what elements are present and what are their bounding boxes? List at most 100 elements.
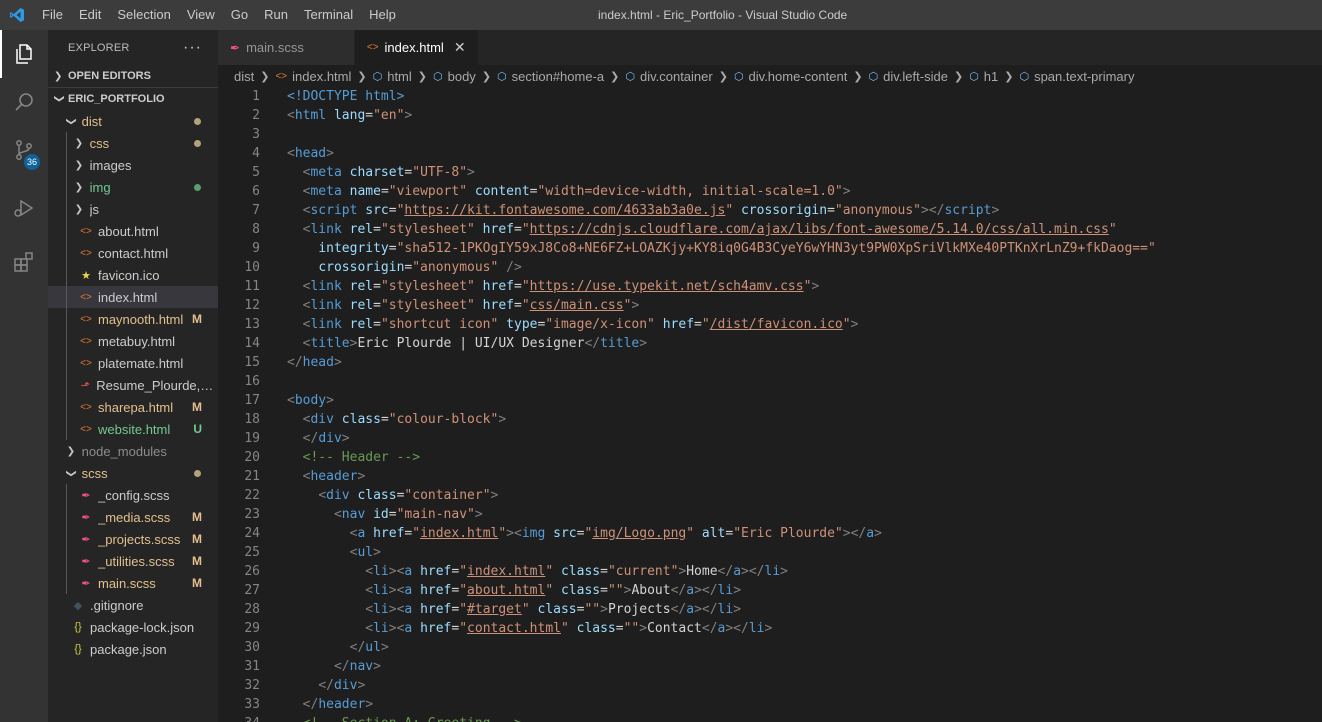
code-token: > bbox=[490, 488, 499, 503]
tree-file[interactable]: <> website.html U bbox=[48, 418, 218, 440]
breadcrumb-item[interactable]: ⬡ body ❯ bbox=[433, 69, 497, 84]
breadcrumb-item[interactable]: <> index.html ❯ bbox=[275, 69, 372, 84]
source-control-activity-icon[interactable]: 36 bbox=[0, 126, 48, 174]
code-token: href bbox=[654, 317, 695, 332]
json-file-icon: {} bbox=[74, 643, 82, 655]
code-line: 17 <body> bbox=[218, 391, 1322, 410]
pdf-file-icon: ⬏ bbox=[80, 379, 90, 392]
tree-file[interactable]: <> about.html bbox=[48, 220, 218, 242]
scss-file-icon: ✒ bbox=[81, 555, 91, 568]
element-icon: ⬡ bbox=[433, 70, 443, 83]
code-token: = bbox=[373, 279, 381, 294]
tree-file[interactable]: <> platemate.html bbox=[48, 352, 218, 374]
tree-folder[interactable]: ❯ img bbox=[48, 176, 218, 198]
code-token: link bbox=[310, 279, 342, 294]
menu-file[interactable]: File bbox=[34, 0, 71, 30]
tree-file[interactable]: ◆ .gitignore bbox=[48, 594, 218, 616]
line-number: 9 bbox=[252, 241, 260, 256]
tree-file[interactable]: {} package.json bbox=[48, 638, 218, 660]
tree-file[interactable]: ✒ _utilities.scss M bbox=[48, 550, 218, 572]
code-token: > bbox=[474, 507, 483, 522]
tree-file[interactable]: ✒ main.scss M bbox=[48, 572, 218, 594]
tree-folder[interactable]: ❯ node_modules bbox=[48, 440, 218, 462]
code-line: 5 <meta charset="UTF-8"> bbox=[218, 163, 1322, 182]
breadcrumb-item[interactable]: dist ❯ bbox=[234, 69, 275, 84]
tree-file[interactable]: ✒ _media.scss M bbox=[48, 506, 218, 528]
line-number: 17 bbox=[244, 393, 260, 408]
tree-item-label: contact.html bbox=[98, 245, 169, 261]
menu-edit[interactable]: Edit bbox=[71, 0, 109, 30]
code-line: 30 </ul> bbox=[218, 638, 1322, 657]
line-number: 28 bbox=[244, 602, 260, 617]
breadcrumb-item[interactable]: ⬡ div.home-content ❯ bbox=[734, 69, 869, 84]
tree-file[interactable]: {} package-lock.json bbox=[48, 616, 218, 638]
code-line: 13 <link rel="shortcut icon" type="image… bbox=[218, 315, 1322, 334]
explorer-activity-icon[interactable] bbox=[0, 30, 48, 78]
tree-folder[interactable]: ❯ css bbox=[48, 132, 218, 154]
code-token: > bbox=[326, 146, 334, 161]
code-token: = bbox=[514, 298, 522, 313]
line-content: </head> bbox=[287, 353, 342, 372]
code-token: = bbox=[373, 298, 381, 313]
close-icon[interactable]: ✕ bbox=[452, 39, 468, 56]
tree-folder[interactable]: ❯ js bbox=[48, 198, 218, 220]
tree-file[interactable]: <> maynooth.html M bbox=[48, 308, 218, 330]
code-token: "en" bbox=[373, 108, 405, 123]
code-token: "anonymous" bbox=[834, 203, 921, 218]
code-token: > bbox=[380, 640, 389, 655]
line-number: 13 bbox=[244, 317, 260, 332]
code-token: " bbox=[459, 621, 468, 636]
tree-file[interactable]: <> metabuy.html bbox=[48, 330, 218, 352]
code-token: = bbox=[827, 203, 835, 218]
extensions-activity-icon[interactable] bbox=[0, 238, 48, 286]
line-content: <header> bbox=[287, 467, 366, 486]
more-actions-icon[interactable]: ··· bbox=[183, 39, 202, 57]
tree-file[interactable]: <> index.html bbox=[48, 286, 218, 308]
open-editors-section[interactable]: ❯ OPEN EDITORS bbox=[48, 65, 218, 87]
code-token: "width=device-width, initial-scale=1.0" bbox=[537, 184, 843, 199]
search-activity-icon[interactable] bbox=[0, 78, 48, 126]
code-token: link bbox=[310, 222, 342, 237]
breadcrumb-item[interactable]: ⬡ h1 ❯ bbox=[969, 69, 1019, 84]
code-line: 2 <html lang="en"> bbox=[218, 106, 1322, 125]
code-token: name bbox=[341, 184, 381, 199]
code-token: class bbox=[553, 583, 601, 598]
code-token: > bbox=[733, 583, 742, 598]
menu-terminal[interactable]: Terminal bbox=[296, 0, 361, 30]
tree-file[interactable]: <> sharepa.html M bbox=[48, 396, 218, 418]
project-section[interactable]: ❯ ERIC_PORTFOLIO bbox=[48, 88, 218, 110]
breadcrumb-item[interactable]: ⬡ div.container ❯ bbox=[625, 69, 734, 84]
line-content: <li><a href="#target" class="">Projects<… bbox=[287, 600, 741, 619]
menu-help[interactable]: Help bbox=[361, 0, 404, 30]
code-line: 25 <ul> bbox=[218, 543, 1322, 562]
run-debug-activity-icon[interactable] bbox=[0, 184, 48, 232]
favicon-file-icon: ★ bbox=[81, 269, 91, 282]
indent-guide bbox=[66, 132, 67, 154]
breadcrumb-item[interactable]: ⬡ div.left-side ❯ bbox=[869, 69, 970, 84]
menu-view[interactable]: View bbox=[179, 0, 223, 30]
menu-go[interactable]: Go bbox=[223, 0, 256, 30]
indent-guide bbox=[66, 528, 67, 550]
tree-folder[interactable]: ❯ scss bbox=[48, 462, 218, 484]
tree-folder[interactable]: ❯ images bbox=[48, 154, 218, 176]
tree-folder[interactable]: ❯ dist bbox=[48, 110, 218, 132]
tree-file[interactable]: ★ favicon.ico bbox=[48, 264, 218, 286]
tab-main-scss[interactable]: ✒ main.scss bbox=[218, 30, 355, 65]
code-token: </ bbox=[302, 697, 319, 712]
breadcrumb-item[interactable]: ⬡ html ❯ bbox=[373, 69, 433, 84]
code-line: 6 <meta name="viewport" content="width=d… bbox=[218, 182, 1322, 201]
html-file-icon: <> bbox=[80, 313, 92, 325]
menu-selection[interactable]: Selection bbox=[109, 0, 178, 30]
code-token: ul bbox=[365, 640, 381, 655]
tree-file[interactable]: ⬏ Resume_Plourde,Eric... bbox=[48, 374, 218, 396]
tab-index-html[interactable]: <> index.html ✕ bbox=[354, 30, 479, 65]
breadcrumb-label: h1 bbox=[983, 68, 999, 84]
html-file-icon: <> bbox=[80, 401, 92, 413]
tree-file[interactable]: ✒ _projects.scss M bbox=[48, 528, 218, 550]
menu-run[interactable]: Run bbox=[256, 0, 296, 30]
breadcrumb-item[interactable]: ⬡ section#home-a ❯ bbox=[497, 69, 625, 84]
code-editor[interactable]: 1 <!DOCTYPE html> 2 <html lang="en"> 3 4 <head… bbox=[218, 87, 1322, 722]
tree-file[interactable]: ✒ _config.scss bbox=[48, 484, 218, 506]
tree-file[interactable]: <> contact.html bbox=[48, 242, 218, 264]
breadcrumb-item[interactable]: ⬡ span.text-primary bbox=[1019, 69, 1134, 84]
